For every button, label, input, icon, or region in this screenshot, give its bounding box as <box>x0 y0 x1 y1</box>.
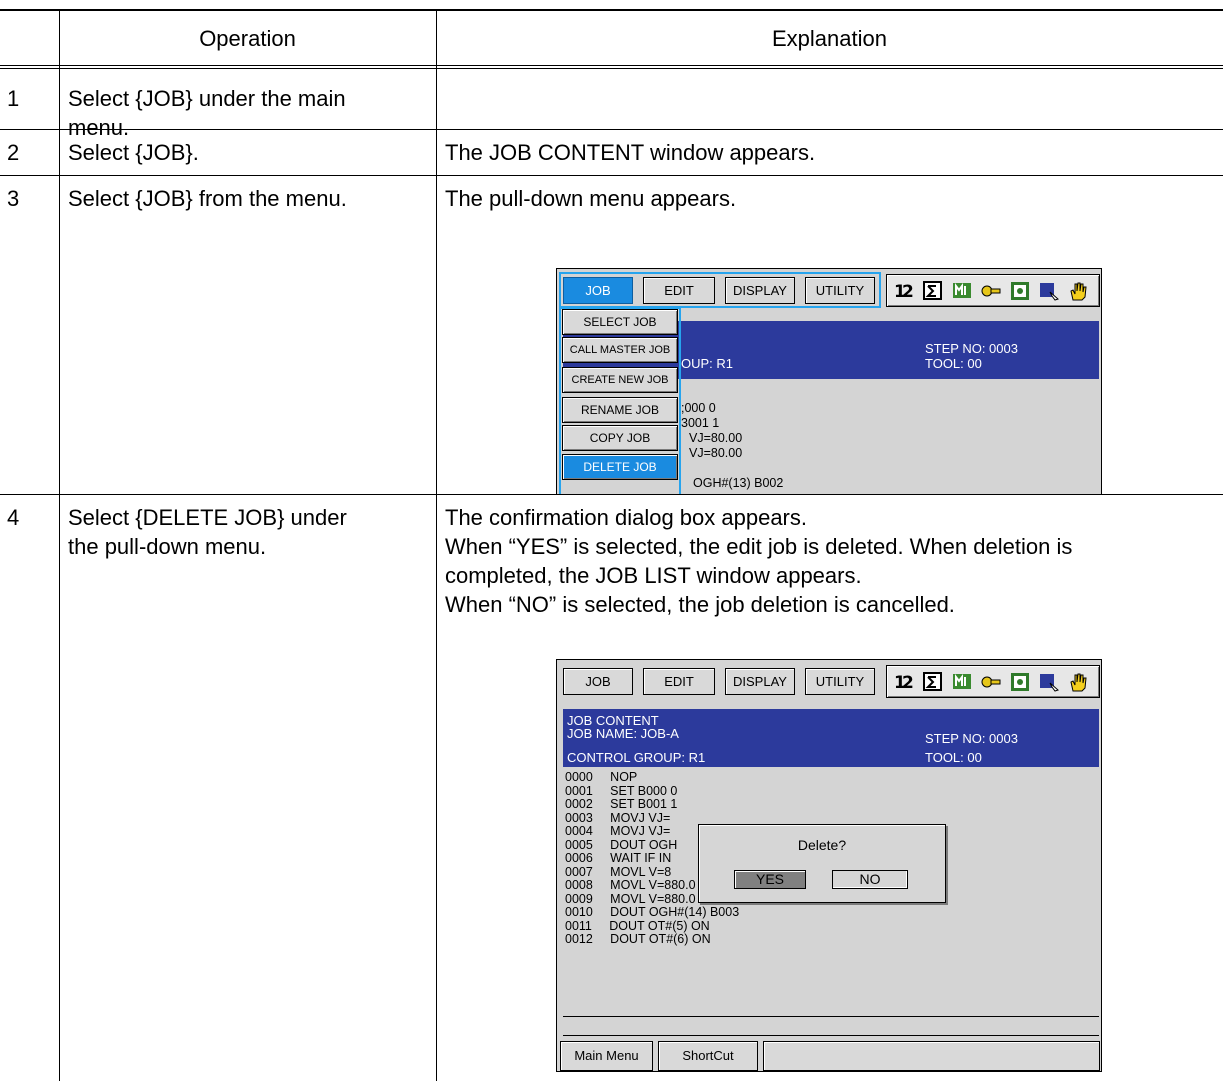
job-line[interactable]: 0004 MOVJ VJ= <box>565 824 670 839</box>
step-number-label: STEP NO: 0003 <box>925 341 1018 356</box>
explanation-header: Explanation <box>772 26 887 51</box>
job-line[interactable]: VJ=80.00 <box>689 431 742 446</box>
operation-text-line: the pull-down menu. <box>68 534 267 559</box>
teach-icon[interactable] <box>1009 280 1031 302</box>
create-new-job-menu-item[interactable]: CREATE NEW JOB <box>562 367 678 393</box>
job-line[interactable]: OGH#(13) B002 <box>693 476 783 491</box>
operation-text-line: Select {DELETE JOB} under <box>68 505 347 530</box>
job-line[interactable]: 0001 SET B000 0 <box>565 784 677 799</box>
column-divider-2 <box>436 10 437 1081</box>
row-divider-1 <box>0 129 1223 130</box>
delete-confirmation-dialog: Delete? YES NO <box>698 824 946 903</box>
key-icon[interactable] <box>980 280 1002 302</box>
job-menu-button[interactable]: JOB <box>563 668 633 695</box>
job-line[interactable]: 3001 1 <box>681 416 719 431</box>
job-line[interactable]: 0000 NOP <box>565 770 637 785</box>
control-group-label: OUP: R1 <box>681 356 734 371</box>
job-line[interactable]: 0011 DOUT OT#(5) ON <box>565 919 710 934</box>
bottom-info-field <box>763 1041 1100 1071</box>
status-icon-strip: 12 <box>886 274 1100 307</box>
job-line[interactable]: 0002 SET B001 1 <box>565 797 677 812</box>
header-rule-2 <box>0 68 1223 69</box>
cursor-icon[interactable] <box>1038 280 1060 302</box>
job-line[interactable]: ;000 0 <box>681 401 716 416</box>
teach-icon[interactable] <box>1009 671 1031 693</box>
memory-icon[interactable] <box>951 280 973 302</box>
explanation-text-line: The pull-down menu appears. <box>445 186 737 211</box>
main-menu-button[interactable]: Main Menu <box>560 1041 653 1071</box>
dialog-message: Delete? <box>797 837 847 853</box>
step-number-label: STEP NO: 0003 <box>925 731 1018 746</box>
message-area <box>563 1016 1099 1036</box>
sigma-icon[interactable] <box>922 671 944 693</box>
job-header-panel: JOB CONTENT JOB NAME: JOB-A CONTROL GROU… <box>563 709 1099 767</box>
utility-menu-button[interactable]: UTILITY <box>805 277 875 304</box>
step-number: 1 <box>7 86 20 111</box>
operation-text-line: Select {JOB} under the main <box>68 86 346 111</box>
explanation-text-line: When “YES” is selected, the edit job is … <box>445 534 1073 559</box>
edit-menu-button[interactable]: EDIT <box>643 668 715 695</box>
call-master-job-menu-item[interactable]: CALL MASTER JOB <box>562 337 678 363</box>
job-line[interactable]: 0006 WAIT IF IN <box>565 851 671 866</box>
tool-label: TOOL: 00 <box>925 356 982 371</box>
job-line[interactable]: 0003 MOVJ VJ= <box>565 811 670 826</box>
display-menu-button[interactable]: DISPLAY <box>725 277 795 304</box>
explanation-text-line: The JOB CONTENT window appears. <box>445 140 816 165</box>
explanation-text-line: The confirmation dialog box appears. <box>445 505 807 530</box>
operation-text-line: Select {JOB} from the menu. <box>68 186 347 211</box>
explanation-text-line: completed, the JOB LIST window appears. <box>445 563 862 588</box>
explanation-text-line: When “NO” is selected, the job deletion … <box>445 592 955 617</box>
step-number: 2 <box>7 140 20 165</box>
status-icon-strip: 12 <box>886 665 1100 698</box>
yes-button[interactable]: YES <box>734 870 806 889</box>
tool-label: TOOL: 00 <box>925 750 982 765</box>
step-number: 4 <box>7 505 20 530</box>
shortcut-button[interactable]: ShortCut <box>658 1041 758 1071</box>
operation-header: Operation <box>199 26 296 51</box>
row-divider-3 <box>0 494 1223 495</box>
rename-job-menu-item[interactable]: RENAME JOB <box>562 397 678 423</box>
no-button[interactable]: NO <box>832 870 908 889</box>
utility-menu-button[interactable]: UTILITY <box>805 668 875 695</box>
language-icon[interactable]: 12 <box>893 671 915 693</box>
header-rule-1 <box>0 65 1223 66</box>
row-divider-2 <box>0 175 1223 176</box>
display-menu-button[interactable]: DISPLAY <box>725 668 795 695</box>
delete-job-menu-item[interactable]: DELETE JOB <box>562 454 678 480</box>
sigma-icon[interactable] <box>922 280 944 302</box>
job-line[interactable]: 0007 MOVL V=8 <box>565 865 671 880</box>
svg-text:2: 2 <box>902 282 914 302</box>
job-line[interactable]: 0005 DOUT OGH <box>565 838 677 853</box>
memory-icon[interactable] <box>951 671 973 693</box>
svg-text:2: 2 <box>902 673 914 693</box>
cursor-icon[interactable] <box>1038 671 1060 693</box>
key-icon[interactable] <box>980 671 1002 693</box>
language-icon[interactable]: 12 <box>893 280 915 302</box>
job-line[interactable]: 0009 MOVL V=880.0 <box>565 892 696 907</box>
copy-job-menu-item[interactable]: COPY JOB <box>562 425 678 451</box>
job-menu-button[interactable]: JOB <box>563 277 633 304</box>
edit-menu-button[interactable]: EDIT <box>643 277 715 304</box>
hand-icon[interactable] <box>1067 280 1089 302</box>
pendant-screen-pulldown: JOB EDIT DISPLAY UTILITY 12 STEP NO: 000… <box>556 268 1102 494</box>
hand-icon[interactable] <box>1067 671 1089 693</box>
control-group-label: CONTROL GROUP: R1 <box>567 750 706 765</box>
job-line[interactable]: 0008 MOVL V=880.0 <box>565 878 696 893</box>
job-line[interactable]: 0012 DOUT OT#(6) ON <box>565 932 711 947</box>
job-name-label: JOB NAME: JOB-A <box>567 726 679 741</box>
operation-text-line: Select {JOB}. <box>68 140 199 165</box>
step-number: 3 <box>7 186 20 211</box>
select-job-menu-item[interactable]: SELECT JOB <box>562 309 678 335</box>
job-line[interactable]: VJ=80.00 <box>689 446 742 461</box>
pendant-screen-delete-dialog: JOB EDIT DISPLAY UTILITY 12 JOB CONTENT … <box>556 659 1102 1072</box>
table-top-rule <box>0 9 1223 11</box>
job-line[interactable]: 0010 DOUT OGH#(14) B003 <box>565 905 739 920</box>
column-divider-1 <box>59 10 60 1081</box>
